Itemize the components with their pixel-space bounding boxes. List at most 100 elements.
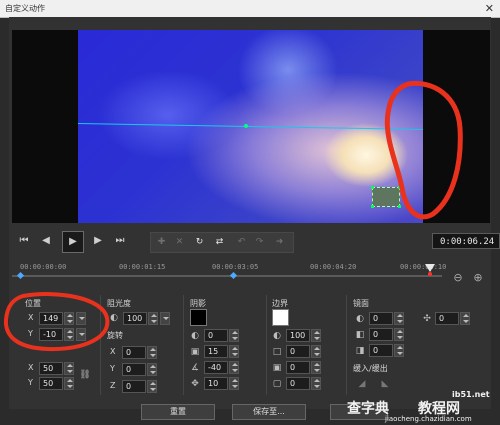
save-to-button[interactable]: 保存至... (232, 404, 306, 420)
rotation-y-spinner[interactable] (147, 363, 157, 376)
time-tick: 00:00:03:05 (212, 263, 259, 271)
border-radius-spinner[interactable] (311, 377, 321, 390)
keyframe-marker[interactable] (16, 271, 25, 280)
mirror-distance-spinner[interactable] (460, 312, 470, 325)
reverse-keyframe-icon[interactable]: ↻ (191, 233, 208, 252)
shadow-angle-input[interactable]: -40 (204, 361, 228, 374)
border-opacity-input[interactable]: 100 (286, 329, 310, 342)
playhead-marker[interactable] (428, 272, 432, 276)
rotation-y-input[interactable]: 0 (122, 363, 146, 376)
shadow-angle-icon: ∡ (190, 363, 200, 373)
keyframe-tool-group: ✚ ✕ ↻ ⇄ ↶ ↷ ➜ (150, 232, 294, 253)
watermark-text: jiaocheng.chazidian.com (385, 415, 472, 423)
shadow-color-swatch[interactable] (190, 309, 207, 326)
mirror-length-input[interactable]: 0 (369, 328, 393, 341)
keyframe-marker[interactable] (229, 271, 238, 280)
previous-frame-icon[interactable]: ◀ (38, 232, 54, 250)
annotation-red-circle-left (3, 292, 110, 352)
divider (346, 295, 347, 395)
shadow-opacity-spinner[interactable] (229, 329, 239, 342)
next-frame-icon[interactable]: ▶ (90, 232, 106, 250)
time-tick: 00:00:04:20 (310, 263, 357, 271)
playhead-handle[interactable] (425, 264, 435, 272)
rotation-x-spinner[interactable] (147, 346, 157, 359)
mirror-distance-input[interactable]: 0 (435, 312, 459, 325)
playback-toolbar: ⏮ ◀ ▶ ▶ ⏭ ✚ ✕ ↻ ⇄ ↶ ↷ ➜ 0:00:06.24 (12, 229, 500, 255)
mirror-opacity-input[interactable]: 0 (369, 312, 393, 325)
border-opacity-icon: ◐ (273, 331, 281, 341)
shadow-opacity-input[interactable]: 0 (204, 329, 228, 342)
go-to-end-icon[interactable]: ⏭ (112, 232, 128, 250)
rotation-x-axis: X (110, 347, 116, 356)
rotation-z-spinner[interactable] (147, 380, 157, 393)
shadow-blur-input[interactable]: 10 (204, 377, 228, 390)
mirror-opacity-spinner[interactable] (394, 312, 404, 325)
fade-out-icon[interactable]: ◣ (378, 378, 392, 390)
mirror-label: 镜面 (353, 299, 369, 308)
go-to-start-icon[interactable]: ⏮ (16, 232, 32, 250)
border-softness-spinner[interactable] (311, 361, 321, 374)
shadow-blur-spinner[interactable] (229, 377, 239, 390)
shadow-opacity-icon: ◐ (191, 331, 199, 341)
fade-in-icon[interactable]: ◢ (355, 378, 369, 390)
rotation-x-input[interactable]: 0 (122, 346, 146, 359)
zoom-in-icon[interactable]: ⊕ (471, 271, 485, 285)
size-x-spinner[interactable] (64, 362, 74, 375)
swap-keyframe-icon[interactable]: ⇄ (211, 233, 228, 252)
link-icon[interactable]: ⛓ (78, 369, 92, 381)
size-y-spinner[interactable] (64, 377, 74, 390)
border-radius-icon: ▢ (272, 379, 282, 389)
mirror-fade-input[interactable]: 0 (369, 344, 393, 357)
timeline-ruler[interactable]: 00:00:00:00 00:00:01:15 00:00:03:05 00:0… (12, 260, 446, 286)
border-label: 边界 (272, 299, 288, 308)
play-button[interactable]: ▶ (62, 231, 84, 253)
mirror-length-spinner[interactable] (394, 328, 404, 341)
next-keyframe-icon[interactable]: ➜ (271, 233, 288, 252)
shadow-angle-spinner[interactable] (229, 361, 239, 374)
preview-video (77, 30, 423, 223)
rotation-y-axis: Y (110, 364, 115, 373)
shadow-blur-icon: ✥ (191, 379, 199, 389)
opacity-input[interactable]: 100 (123, 312, 147, 325)
mirror-opacity-icon: ◐ (356, 314, 364, 324)
border-softness-input[interactable]: 0 (286, 361, 310, 374)
zoom-out-icon[interactable]: ⊖ (451, 271, 465, 285)
mirror-fade-icon: ◨ (355, 346, 365, 356)
rotation-z-input[interactable]: 0 (122, 380, 146, 393)
timecode-display[interactable]: 0:00:06.24 (432, 233, 500, 249)
time-tick: 00:00:06:10 (400, 263, 447, 271)
divider (266, 295, 267, 395)
mirror-fade-spinner[interactable] (394, 344, 404, 357)
mirror-move-icon: ✣ (423, 314, 431, 324)
reset-button[interactable]: 重置 (141, 404, 215, 420)
border-width-spinner[interactable] (311, 345, 321, 358)
opacity-icon: ◐ (110, 313, 118, 323)
close-icon[interactable]: ✕ (485, 2, 494, 15)
remove-keyframe-icon[interactable]: ✕ (171, 233, 188, 252)
border-width-input[interactable]: 0 (286, 345, 310, 358)
time-tick: 00:00:00:00 (20, 263, 67, 271)
mirror-length-icon: ◧ (355, 330, 365, 340)
opacity-spinner[interactable] (148, 312, 158, 325)
size-x-input[interactable]: 50 (39, 362, 63, 375)
timeline-track[interactable] (12, 275, 442, 277)
shadow-distance-spinner[interactable] (229, 345, 239, 358)
window-title: 自定义动作 (5, 4, 45, 13)
size-x-axis: X (28, 363, 34, 372)
watermark-text: 查字典 (347, 401, 389, 417)
move-right-icon[interactable]: ↷ (251, 233, 268, 252)
annotation-red-circle-right (384, 80, 463, 220)
motion-path-point[interactable] (244, 124, 248, 128)
motion-path-line[interactable] (77, 123, 423, 131)
border-radius-input[interactable]: 0 (286, 377, 310, 390)
move-left-icon[interactable]: ↶ (233, 233, 250, 252)
shadow-label: 阴影 (190, 299, 206, 308)
size-y-input[interactable]: 50 (39, 377, 63, 390)
divider (183, 295, 184, 395)
add-keyframe-icon[interactable]: ✚ (153, 233, 170, 252)
opacity-dropdown[interactable] (160, 312, 170, 325)
border-opacity-spinner[interactable] (311, 329, 321, 342)
shadow-distance-input[interactable]: 15 (204, 345, 228, 358)
rotation-label: 旋转 (107, 331, 123, 340)
border-color-swatch[interactable] (272, 309, 289, 326)
